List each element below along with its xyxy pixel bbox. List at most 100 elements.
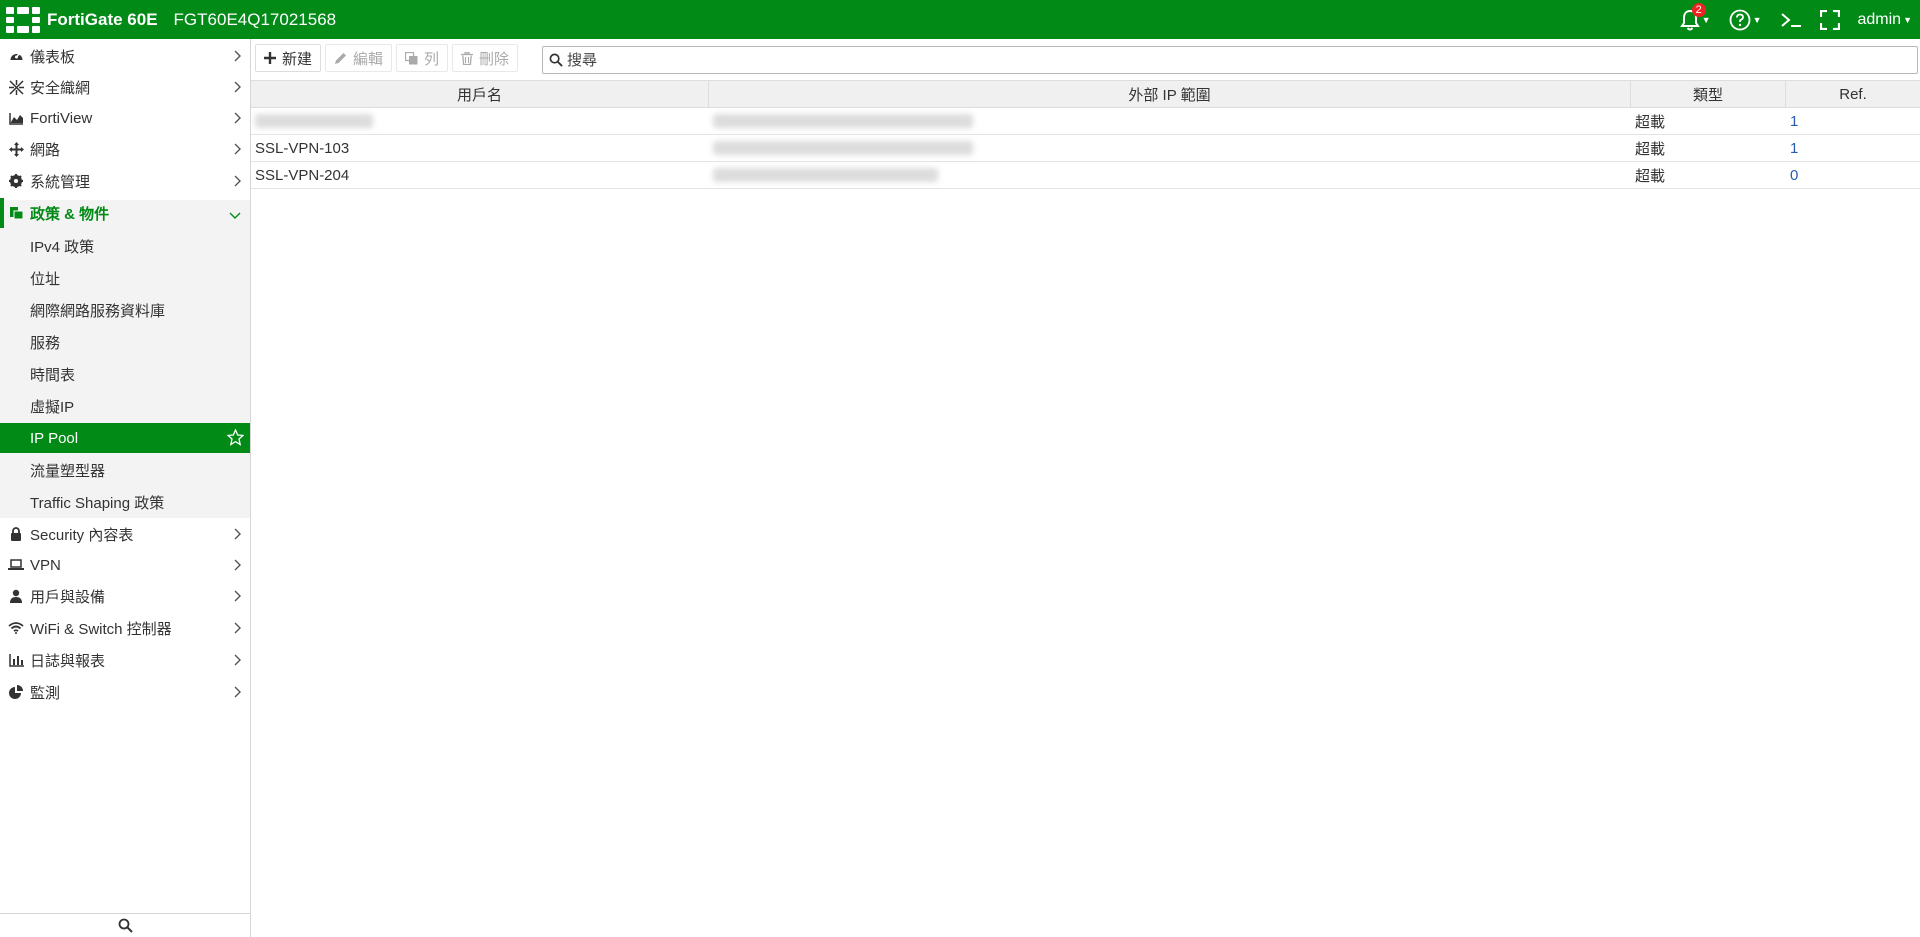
sidebar-item-label: 用戶與設備 [30, 588, 106, 606]
edit-button[interactable]: 編輯 [325, 44, 393, 72]
cell-ref-link[interactable]: 1 [1786, 108, 1920, 134]
cli-console-button[interactable] [1780, 11, 1802, 29]
sidebar-item-label: Security 內容表 [30, 526, 134, 544]
sidebar-item-label: 日誌與報表 [30, 652, 106, 670]
redacted-ip-range [713, 114, 973, 128]
sidebar-subitem-schedules[interactable]: 時間表 [0, 359, 250, 389]
sidebar-subitem-label: IPv4 政策 [30, 238, 95, 256]
cell-name: SSL-VPN-103 [255, 139, 350, 157]
cell-external-ip-range [709, 135, 1631, 161]
redacted-ip-range [713, 168, 938, 182]
chevron-right-icon [233, 111, 241, 128]
sidebar-subitem-ip-pool[interactable]: IP Pool [0, 423, 250, 453]
terminal-icon [1780, 12, 1801, 27]
sidebar-item-security-fabric[interactable]: 安全織網 [0, 72, 250, 102]
sidebar-subitem-traffic-shaping-policy[interactable]: Traffic Shaping 政策 [0, 487, 250, 517]
notification-badge: 2 [1691, 2, 1706, 17]
sidebar-item-wifi-switch[interactable]: WiFi & Switch 控制器 [0, 613, 250, 643]
sidebar-subitem-services[interactable]: 服務 [0, 327, 250, 357]
delete-button[interactable]: 刪除 [452, 44, 519, 72]
sidebar-item-label: 安全織網 [30, 79, 91, 97]
sidebar-item-security-profiles[interactable]: Security 內容表 [0, 519, 250, 549]
chevron-down-icon [229, 206, 241, 223]
clone-button[interactable]: 列 [396, 44, 449, 72]
chart-icon [8, 110, 24, 126]
column-header-external-ip-range[interactable]: 外部 IP 範圍 [709, 81, 1631, 108]
sidebar-item-fortiview[interactable]: FortiView [0, 103, 250, 133]
chevron-right-icon [233, 49, 241, 66]
table-row[interactable]: 超載 1 [251, 108, 1920, 135]
search-icon [549, 53, 563, 67]
notifications-button[interactable]: 2 ▼ [1679, 2, 1711, 31]
cell-type: 超載 [1635, 113, 1666, 131]
ip-pool-table: 用戶名 外部 IP 範圍 類型 Ref. 超載 1 SSL-VPN-103 超載… [251, 80, 1920, 189]
dashboard-icon [8, 48, 24, 64]
sidebar-item-label: 網路 [30, 141, 61, 159]
clone-icon [405, 51, 418, 64]
admin-username: admin [1857, 10, 1902, 28]
sidebar-item-label: FortiView [30, 109, 93, 127]
chevron-right-icon [233, 558, 241, 575]
fullscreen-button[interactable] [1819, 9, 1840, 30]
chevron-right-icon [233, 685, 241, 702]
sidebar-item-network[interactable]: 網路 [0, 134, 250, 164]
sidebar-subitem-ipv4-policy[interactable]: IPv4 政策 [0, 231, 250, 261]
cell-type: 超載 [1635, 140, 1666, 158]
sidebar-item-label: 儀表板 [30, 48, 76, 66]
sidebar-subitem-addresses[interactable]: 位址 [0, 263, 250, 293]
sidebar-item-label: 監測 [30, 684, 61, 702]
sidebar-search-button[interactable] [0, 913, 250, 937]
cell-ref-link[interactable]: 1 [1786, 135, 1920, 161]
plus-icon [264, 52, 276, 64]
favorite-star-icon[interactable] [226, 428, 245, 450]
cell-ref-link[interactable]: 0 [1786, 162, 1920, 188]
sidebar-subitem-internet-service-db[interactable]: 網際網路服務資料庫 [0, 295, 250, 325]
cell-name: SSL-VPN-204 [255, 166, 350, 184]
search-input[interactable] [567, 51, 1867, 69]
sidebar-item-label: 政策 & 物件 [30, 205, 110, 223]
sidebar-item-user-device[interactable]: 用戶與設備 [0, 581, 250, 611]
clone-label: 列 [424, 50, 440, 68]
pencil-icon [335, 52, 347, 64]
sidebar-item-policy-objects[interactable]: 政策 & 物件 [0, 198, 250, 228]
sidebar-item-vpn[interactable]: VPN [0, 550, 250, 580]
create-new-button[interactable]: 新建 [255, 44, 322, 72]
column-header-name[interactable]: 用戶名 [251, 81, 709, 108]
sidebar-subitem-label: 位址 [30, 270, 61, 288]
sidebar: 儀表板 安全織網 FortiView 網路 系統管理 政策 & 物件 IPv4 … [0, 39, 251, 937]
sidebar-subitem-traffic-shapers[interactable]: 流量塑型器 [0, 455, 250, 485]
wifi-icon [8, 620, 24, 636]
sidebar-item-dashboard[interactable]: 儀表板 [0, 41, 250, 71]
table-search-box[interactable] [542, 46, 1918, 74]
cell-type: 超載 [1635, 167, 1666, 185]
sidebar-item-label: WiFi & Switch 控制器 [30, 620, 172, 638]
sidebar-item-log-report[interactable]: 日誌與報表 [0, 645, 250, 675]
redacted-ip-range [713, 141, 973, 155]
edit-label: 編輯 [353, 50, 384, 68]
cell-external-ip-range [709, 162, 1631, 188]
chevron-right-icon [233, 174, 241, 191]
sidebar-subitem-virtual-ips[interactable]: 虛擬IP [0, 391, 250, 421]
chevron-right-icon [233, 621, 241, 638]
help-icon [1729, 9, 1750, 30]
table-row[interactable]: SSL-VPN-204 超載 0 [251, 162, 1920, 189]
sidebar-item-label: VPN [30, 556, 61, 574]
help-button[interactable]: ▼ [1729, 9, 1762, 31]
admin-menu-button[interactable]: admin ▼ [1858, 11, 1913, 29]
caret-down-icon: ▼ [1701, 14, 1711, 25]
column-header-type[interactable]: 類型 [1631, 81, 1786, 108]
sidebar-item-monitor[interactable]: 監測 [0, 677, 250, 707]
sidebar-subitem-label: Traffic Shaping 政策 [30, 494, 165, 512]
fortinet-logo-icon[interactable] [6, 6, 40, 33]
column-header-ref[interactable]: Ref. [1786, 81, 1920, 108]
fullscreen-icon [1819, 9, 1840, 30]
lock-icon [8, 526, 24, 542]
sidebar-subitem-label: 流量塑型器 [30, 462, 106, 480]
table-row[interactable]: SSL-VPN-103 超載 1 [251, 135, 1920, 162]
sidebar-subitem-label: IP Pool [30, 429, 79, 447]
bar-chart-icon [8, 652, 24, 668]
pie-chart-icon [8, 684, 24, 700]
sidebar-item-system[interactable]: 系統管理 [0, 166, 250, 196]
caret-down-icon: ▼ [1752, 14, 1762, 25]
sidebar-subitem-label: 虛擬IP [30, 398, 75, 416]
